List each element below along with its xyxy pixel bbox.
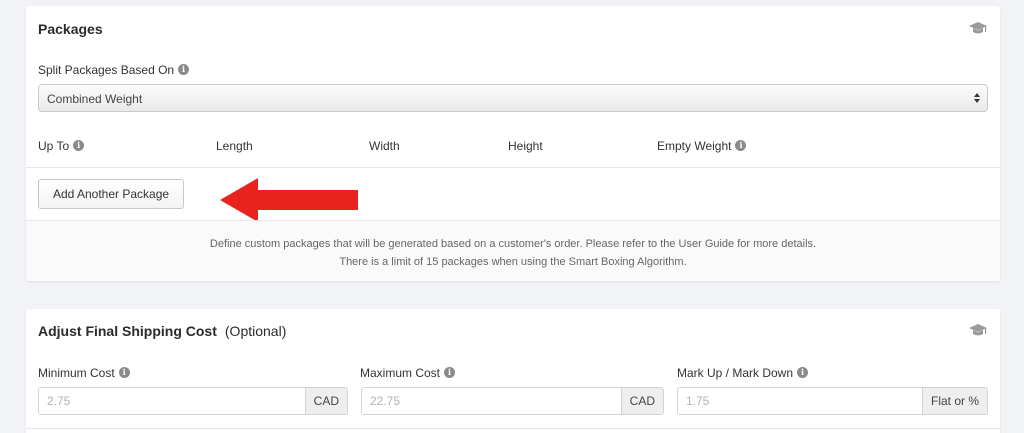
- column-height: Height: [508, 139, 543, 153]
- column-length: Length: [216, 139, 253, 153]
- flat-or-percent-addon: Flat or %: [921, 388, 987, 414]
- split-select-value: Combined Weight: [47, 92, 143, 106]
- info-icon[interactable]: i: [73, 140, 85, 152]
- add-another-package-button[interactable]: Add Another Package: [38, 179, 184, 209]
- column-empty-weight-label: Empty Weight: [657, 139, 732, 153]
- red-arrow-icon: [220, 178, 358, 222]
- updown-chevron-icon: [974, 93, 980, 103]
- optional-label: (Optional): [224, 323, 287, 339]
- divider: [26, 167, 1000, 168]
- currency-addon: CAD: [304, 388, 347, 414]
- column-up-to: Up To i: [38, 139, 85, 153]
- maximum-cost-group: CAD: [361, 387, 664, 415]
- info-icon[interactable]: i: [178, 64, 190, 76]
- minimum-cost-group: CAD: [38, 387, 348, 415]
- maximum-cost-input[interactable]: [362, 388, 621, 414]
- minimum-cost-input[interactable]: [39, 388, 305, 414]
- info-icon[interactable]: i: [735, 140, 747, 152]
- graduation-cap-icon[interactable]: [968, 323, 988, 337]
- info-icon[interactable]: i: [118, 367, 130, 379]
- info-icon[interactable]: i: [797, 367, 809, 379]
- graduation-cap-icon[interactable]: [968, 21, 988, 35]
- split-label: Split Packages Based On i: [38, 63, 190, 77]
- maximum-cost-label: Maximum Cost i: [360, 366, 456, 380]
- divider: [26, 428, 1000, 429]
- footnote-line-2: There is a limit of 15 packages when usi…: [339, 256, 687, 268]
- shipping-cost-title: Adjust Final Shipping Cost (Optional): [38, 323, 286, 339]
- markup-label: Mark Up / Mark Down i: [677, 366, 809, 380]
- column-width: Width: [369, 139, 400, 153]
- minimum-cost-label-text: Minimum Cost: [38, 366, 115, 380]
- footnote-line-1: Define custom packages that will be gene…: [209, 238, 817, 250]
- markup-input[interactable]: [678, 388, 922, 414]
- split-label-text: Split Packages Based On: [38, 63, 175, 77]
- column-empty-weight: Empty Weight i: [657, 139, 747, 153]
- maximum-cost-label-text: Maximum Cost: [360, 366, 441, 380]
- info-icon[interactable]: i: [444, 367, 456, 379]
- shipping-cost-card: Adjust Final Shipping Cost (Optional) Min…: [26, 309, 1000, 433]
- currency-addon: CAD: [620, 388, 663, 414]
- split-select[interactable]: Combined Weight: [38, 84, 988, 112]
- column-up-to-label: Up To: [38, 139, 70, 153]
- markup-group: Flat or %: [677, 387, 988, 415]
- shipping-cost-title-text: Adjust Final Shipping Cost: [38, 323, 217, 339]
- packages-card: Packages Split Packages Based On i Combin…: [26, 6, 1000, 281]
- packages-title: Packages: [38, 21, 103, 37]
- packages-footnote: Define custom packages that will be gene…: [26, 221, 1000, 281]
- markup-label-text: Mark Up / Mark Down: [677, 366, 794, 380]
- minimum-cost-label: Minimum Cost i: [38, 366, 130, 380]
